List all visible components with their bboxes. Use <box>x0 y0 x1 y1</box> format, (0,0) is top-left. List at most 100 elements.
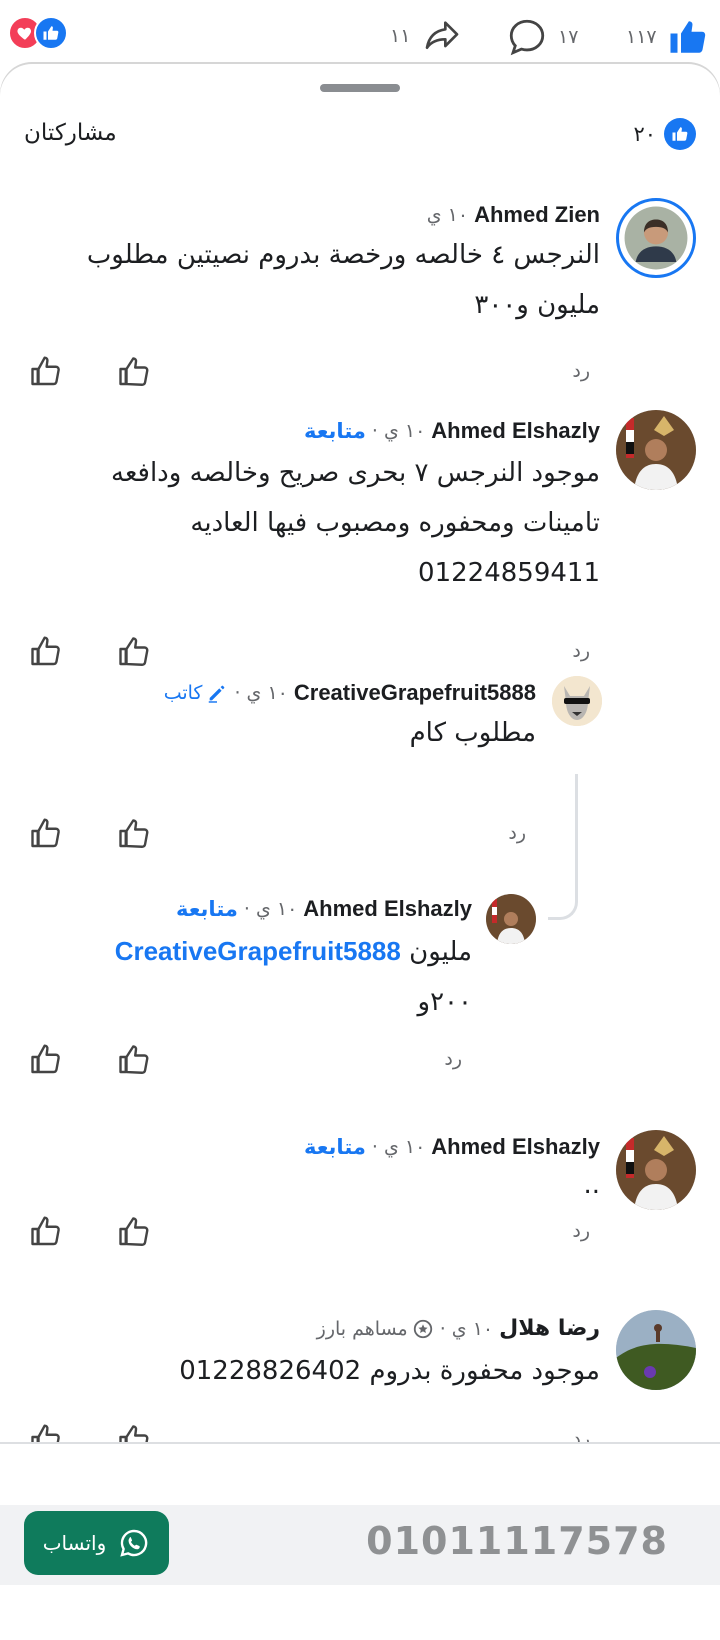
comment-3-body: .. <box>40 1160 600 1210</box>
comment-text-line: موجود النرجس ٧ بحرى صريح وخالصه ودافعه <box>111 458 600 488</box>
comment-time: ١٠ ي <box>426 204 469 226</box>
comment-phone-line: 01224859411 <box>418 558 600 588</box>
commenter-name[interactable]: Ahmed Elshazly <box>431 1134 600 1160</box>
commenter-name[interactable]: رضا هلال <box>499 1316 600 1341</box>
thumbs-up-icon[interactable] <box>116 354 152 390</box>
comment-4-body: موجود محفورة بدروم 01228826402 <box>40 1346 600 1396</box>
commenter-name[interactable]: Ahmed Elshazly <box>431 418 600 444</box>
like-filled-icon <box>670 21 705 53</box>
mention-link[interactable]: CreativeGrapefruit5888 <box>115 936 401 966</box>
avatar[interactable] <box>486 894 536 944</box>
comment-text-line: موجود محفورة بدروم 01228826402 <box>179 1356 600 1386</box>
comment-3-actions: رد <box>0 1214 720 1254</box>
comment-1-meta: Ahmed Zien ١٠ ي <box>427 202 600 228</box>
shares-title[interactable]: مشاركتان <box>24 120 117 146</box>
thumbs-down-icon[interactable] <box>28 1042 64 1078</box>
meta-separator: · <box>234 682 241 704</box>
thumbs-down-icon[interactable] <box>28 1214 64 1250</box>
comment-word: مليون <box>409 937 472 967</box>
header-like-count-value: ٢٠ <box>633 122 656 146</box>
avatar[interactable] <box>552 676 602 726</box>
thumbs-up-icon[interactable] <box>116 816 152 852</box>
whatsapp-icon <box>120 1529 148 1557</box>
comment-4-meta: رضا هلال ١٠ ي · مساهم بارز <box>317 1316 600 1341</box>
pencil-icon <box>209 685 225 703</box>
comment-text-line: ٢٠٠و <box>417 987 472 1017</box>
comment-time: ١٠ ي <box>383 1136 426 1158</box>
comment-1-body: النرجس ٤ خالصه ورخصة بدروم نصيتين مطلوب … <box>40 230 600 330</box>
share-icon <box>426 21 459 50</box>
avatar[interactable] <box>616 1310 696 1390</box>
comment-time: ١٠ ي <box>255 898 298 920</box>
thumbs-up-icon[interactable] <box>116 634 152 670</box>
reply-2-actions: رد <box>0 1042 720 1082</box>
contributor-badge: مساهم بارز <box>317 1318 434 1340</box>
whatsapp-button-label: واتساب <box>42 1531 107 1555</box>
reply-1-meta: CreativeGrapefruit5888 ١٠ ي · كاتب <box>164 680 536 706</box>
meta-separator: · <box>371 420 378 442</box>
share-count[interactable]: ١١ <box>390 16 464 56</box>
comment-count-value: ١٧ <box>558 26 579 48</box>
reply-button[interactable]: رد <box>572 360 590 382</box>
like-count[interactable]: ١١٧ <box>626 16 709 58</box>
like-reaction-icon <box>34 16 68 50</box>
reply-button[interactable]: رد <box>572 1220 590 1242</box>
comment-text-line: مليون CreativeGrapefruit5888 <box>52 926 472 977</box>
avatar[interactable] <box>616 198 696 278</box>
reaction-icons[interactable] <box>8 16 68 50</box>
divider <box>0 1442 720 1444</box>
comment-text-line: مطلوب كام <box>409 718 536 748</box>
comment-text-line: مليون و٣٠٠ <box>474 290 600 320</box>
reply-1-body: مطلوب كام <box>56 708 536 758</box>
commenter-name[interactable]: Ahmed Elshazly <box>303 896 472 922</box>
comment-1-actions: رد <box>0 354 720 394</box>
top-contributor-icon <box>413 1319 432 1338</box>
comment-text-line: .. <box>583 1170 600 1200</box>
avatar[interactable] <box>616 410 696 490</box>
comment-2-actions: رد <box>0 634 720 674</box>
comment-3-meta: Ahmed Elshazly ١٠ ي · متابعة <box>304 1134 600 1160</box>
comment-time: ١٠ ي <box>383 420 426 442</box>
comments-sheet: مشاركتان ٢٠ Ahmed Zien ١٠ ي النرجس ٤ خال… <box>0 64 720 1574</box>
comment-2-body: موجود النرجس ٧ بحرى صريح وخالصه ودافعه ت… <box>40 448 600 598</box>
meta-separator: · <box>439 1317 446 1340</box>
thumbs-up-icon[interactable] <box>116 1042 152 1078</box>
reply-2-meta: Ahmed Elshazly ١٠ ي · متابعة <box>176 896 472 922</box>
reply-button[interactable]: رد <box>572 640 590 662</box>
thumbs-down-icon[interactable] <box>28 634 64 670</box>
comment-text-line: تامينات ومحفوره ومصبوب فيها العاديه <box>190 508 600 538</box>
comment-text-line: النرجس ٤ خالصه ورخصة بدروم نصيتين مطلوب <box>86 240 600 270</box>
follow-link[interactable]: متابعة <box>304 419 366 443</box>
author-label: كاتب <box>163 682 203 704</box>
like-icon <box>664 118 696 150</box>
meta-separator: · <box>371 1136 378 1158</box>
whatsapp-button[interactable]: واتساب <box>24 1511 169 1575</box>
comment-time: ١٠ ي <box>451 1317 494 1340</box>
reply-button[interactable]: رد <box>508 822 526 844</box>
share-count-value: ١١ <box>390 25 411 47</box>
follow-link[interactable]: متابعة <box>176 897 238 921</box>
phone-number[interactable]: 01011117578 <box>366 1519 668 1563</box>
like-count-value: ١١٧ <box>626 26 657 48</box>
author-badge: كاتب <box>164 682 229 704</box>
follow-link[interactable]: متابعة <box>304 1135 366 1159</box>
sheet-drag-handle[interactable] <box>320 84 400 92</box>
commenter-name[interactable]: CreativeGrapefruit5888 <box>294 680 536 706</box>
header-like-count[interactable]: ٢٠ <box>633 118 696 150</box>
commenter-name[interactable]: Ahmed Zien <box>474 202 600 228</box>
reply-1-actions: رد <box>0 816 720 856</box>
thumbs-down-icon[interactable] <box>28 354 64 390</box>
comment-count[interactable]: ١٧ <box>506 16 578 58</box>
badge-label: مساهم بارز <box>316 1317 408 1340</box>
contact-banner: واتساب 01011117578 <box>0 1505 720 1585</box>
thumbs-up-icon[interactable] <box>116 1214 152 1250</box>
comment-icon <box>509 19 545 56</box>
comment-input-area[interactable] <box>0 1444 720 1505</box>
reply-button[interactable]: رد <box>444 1048 462 1070</box>
avatar[interactable] <box>616 1130 696 1210</box>
thumbs-down-icon[interactable] <box>28 816 64 852</box>
comment-time: ١٠ ي <box>246 682 288 704</box>
reaction-summary-bar: ١١ ١٧ ١١٧ <box>0 0 720 70</box>
sheet-header: مشاركتان ٢٠ <box>0 112 720 162</box>
comment-2-meta: Ahmed Elshazly ١٠ ي · متابعة <box>304 418 600 444</box>
